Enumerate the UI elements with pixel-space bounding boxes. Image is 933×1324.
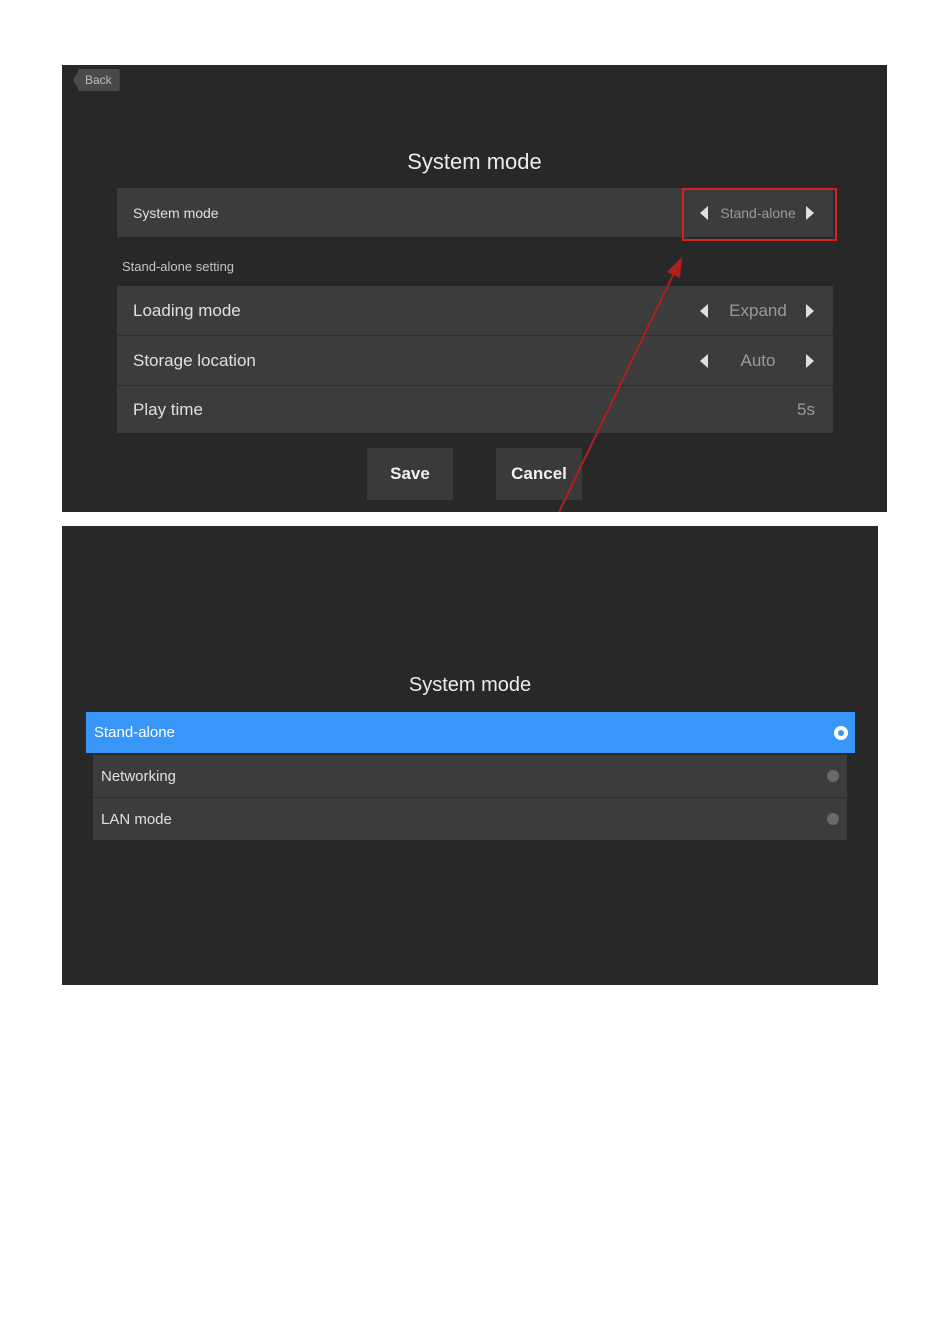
storage-location-row[interactable]: Storage location Auto (117, 336, 833, 386)
system-mode-dialog: System mode Stand-alone Networking LAN m… (62, 526, 878, 985)
arrow-right-icon[interactable] (806, 353, 814, 368)
storage-location-selector[interactable]: Auto (683, 336, 833, 385)
cancel-button[interactable]: Cancel (496, 448, 582, 500)
option-label: LAN mode (101, 810, 172, 828)
option-label: Networking (101, 767, 177, 785)
radio-unselected-icon[interactable] (827, 770, 839, 782)
storage-location-value: Auto (740, 350, 776, 370)
section-label: Stand-alone setting (122, 259, 235, 274)
radio-unselected-icon[interactable] (827, 813, 839, 825)
annotation-highlight-box (682, 188, 837, 241)
dialog-title: System mode (408, 674, 532, 696)
arrow-left-icon[interactable] (700, 303, 708, 318)
arrow-right-icon[interactable] (806, 303, 814, 318)
settings-screen: Back System mode System mode Stand-alone… (62, 65, 887, 512)
loading-mode-value: Expand (729, 300, 787, 320)
option-lan-mode[interactable]: LAN mode (93, 798, 847, 840)
annotation-arrow-head (667, 257, 682, 278)
loading-mode-label: Loading mode (133, 300, 241, 320)
loading-mode-selector[interactable]: Expand (683, 286, 833, 335)
page-title: System mode (407, 149, 542, 174)
option-label: Stand-alone (94, 724, 175, 741)
back-button[interactable]: Back (73, 69, 120, 91)
loading-mode-row[interactable]: Loading mode Expand (117, 286, 833, 336)
option-networking[interactable]: Networking (93, 755, 847, 798)
play-time-label: Play time (133, 399, 203, 419)
play-time-value: 5s (797, 399, 815, 419)
save-button[interactable]: Save (367, 448, 453, 500)
arrow-left-icon[interactable] (700, 353, 708, 368)
radio-selected-icon[interactable] (834, 725, 848, 740)
option-stand-alone[interactable]: Stand-alone (86, 712, 855, 753)
play-time-row[interactable]: Play time 5s (117, 386, 833, 433)
storage-location-label: Storage location (133, 350, 256, 370)
system-mode-label: System mode (133, 204, 219, 221)
